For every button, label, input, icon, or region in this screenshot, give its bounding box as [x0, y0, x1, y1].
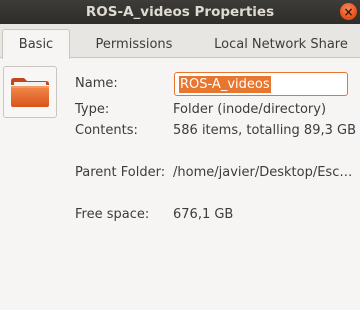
close-icon[interactable]: × — [340, 3, 357, 20]
type-value: Folder (inode/directory) — [173, 102, 327, 117]
tab-local-network-share[interactable]: Local Network Share — [206, 30, 356, 58]
parent-folder-label: Parent Folder: — [75, 165, 166, 180]
folder-icon — [11, 78, 49, 107]
close-symbol: × — [343, 4, 354, 19]
window-title: ROS-A_videos Properties — [85, 4, 275, 20]
tab-basic[interactable]: Basic — [2, 29, 70, 59]
free-space-label: Free space: — [75, 207, 150, 222]
name-label: Name: — [75, 76, 118, 91]
tab-permissions-label: Permissions — [95, 36, 173, 52]
folder-icon-button[interactable] — [3, 66, 57, 118]
tab-permissions[interactable]: Permissions — [84, 30, 184, 58]
tab-local-network-share-label: Local Network Share — [214, 36, 348, 52]
contents-label: Contents: — [75, 123, 138, 138]
free-space-value: 676,1 GB — [173, 207, 234, 222]
parent-folder-value[interactable]: /home/javier/Desktop/Esc… — [173, 165, 352, 180]
name-field[interactable]: ROS-A_videos — [174, 72, 348, 96]
type-label: Type: — [75, 102, 110, 117]
window-titlebar: ROS-A_videos Properties × — [0, 0, 360, 24]
contents-value: 586 items, totalling 89,3 GB — [173, 123, 356, 138]
name-field-value: ROS-A_videos — [179, 75, 271, 93]
tab-basic-label: Basic — [18, 37, 54, 52]
tab-bar: Basic Permissions Local Network Share — [0, 24, 360, 59]
